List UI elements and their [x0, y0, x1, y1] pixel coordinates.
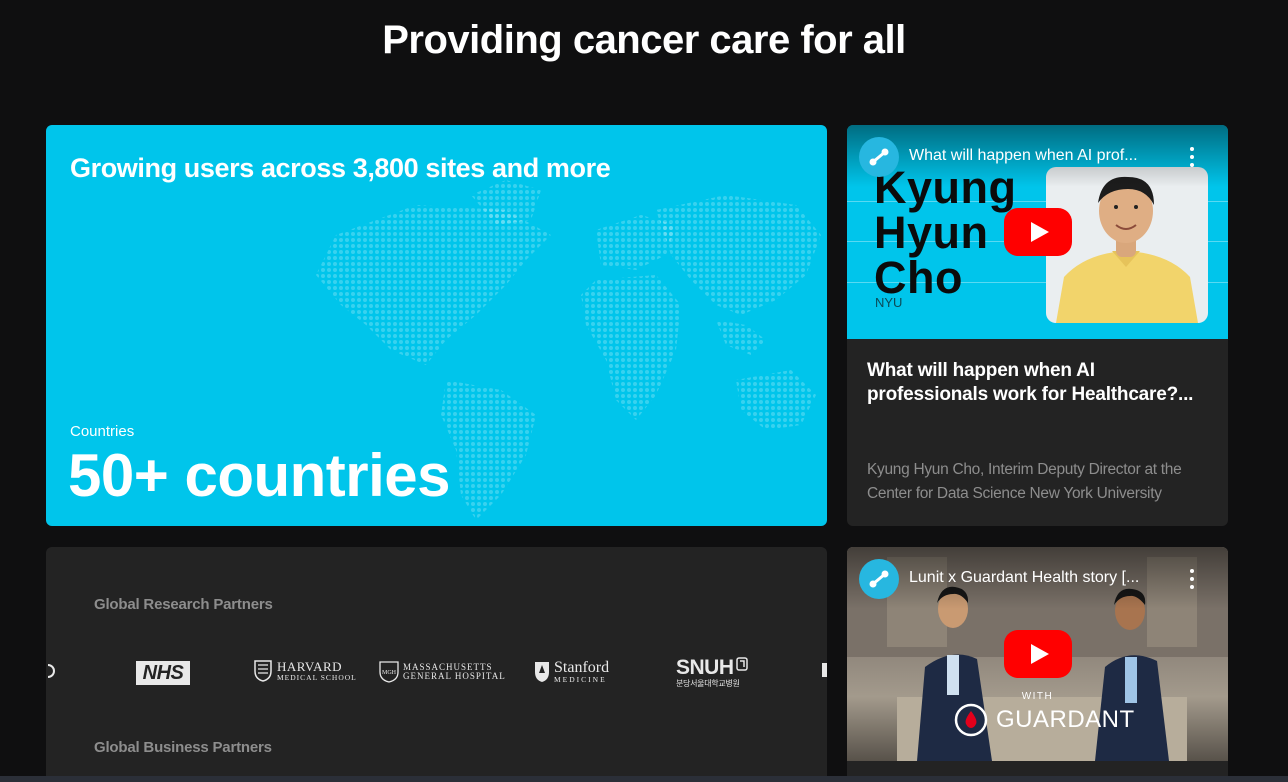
bottom-bar	[0, 776, 1288, 782]
stanford-logo-subtext: MEDICINE	[554, 675, 607, 684]
stats-card: Growing users across 3,800 sites and mor…	[46, 125, 827, 526]
video-title[interactable]: What will happen when AI professionals w…	[867, 359, 1212, 407]
stats-heading: Growing users across 3,800 sites and mor…	[70, 153, 611, 183]
snuh-logo-text: SNUH	[676, 656, 734, 679]
partner-logo-cropped	[46, 659, 58, 689]
video-card-cho[interactable]: Kyung Hyun Cho NYU What will happen when…	[847, 125, 1228, 526]
stanford-logo: Stanford MEDICINE	[534, 660, 609, 684]
play-button[interactable]	[1004, 208, 1072, 256]
harvard-logo-text: HARVARD	[277, 659, 343, 674]
guardant-brand-text: GUARDANT	[996, 706, 1135, 733]
research-partners-heading: Global Research Partners	[94, 596, 273, 613]
harvard-logo-subtext: MEDICAL SCHOOL	[277, 673, 357, 682]
more-options-icon[interactable]	[1184, 569, 1200, 589]
video-description: Kyung Hyun Cho, Interim Deputy Director …	[867, 461, 1182, 502]
lunit-icon[interactable]	[859, 137, 899, 177]
video-thumbnail-cho[interactable]: Kyung Hyun Cho NYU What will happen when…	[847, 125, 1228, 339]
snuh-emblem-icon	[735, 657, 748, 671]
mgh-logo-subtext: GENERAL HOSPITAL	[403, 671, 506, 681]
stanford-shield-icon	[535, 662, 549, 682]
harvard-shield-icon	[254, 660, 272, 682]
play-button[interactable]	[1004, 630, 1072, 678]
guardant-drop-icon	[954, 703, 988, 737]
video-card-guardant[interactable]: Lunit x Guardant Health story [... WITH …	[847, 547, 1228, 782]
mgh-shield-icon: MGH	[379, 661, 399, 683]
lunit-icon[interactable]	[859, 559, 899, 599]
more-options-icon[interactable]	[1184, 147, 1200, 167]
partners-card: Global Research Partners NHS HARVARD MED…	[46, 547, 827, 782]
svg-text:MGH: MGH	[382, 670, 397, 676]
guardant-with-text: WITH	[1021, 691, 1054, 702]
stats-label: Countries	[70, 423, 135, 440]
page-title: Providing cancer care for all	[382, 18, 906, 62]
business-partners-heading: Global Business Partners	[94, 739, 272, 756]
guardant-logo: GUARDANT	[954, 703, 1135, 737]
video-thumbnail-guardant[interactable]: Lunit x Guardant Health story [... WITH …	[847, 547, 1228, 761]
mgh-logo: MGH MASSACHUSETTS GENERAL HOSPITAL	[379, 661, 506, 683]
harvard-logo: HARVARD MEDICAL SCHOOL	[254, 660, 357, 682]
nhs-logo: NHS	[136, 661, 190, 685]
thumbnail-speaker-org: NYU	[875, 295, 903, 310]
stanford-logo-text: Stanford	[554, 659, 610, 676]
partner-logo-cropped	[822, 663, 827, 677]
name-line: Cho	[874, 252, 963, 303]
youtube-video-title[interactable]: What will happen when AI prof...	[909, 147, 1179, 165]
snuh-logo-subtext: 분당서울대학교병원	[676, 679, 740, 688]
name-line: Hyun	[874, 207, 989, 258]
stats-value: 50+ countries	[68, 442, 451, 509]
snuh-logo: SNUH 분당서울대학교병원	[676, 657, 748, 689]
youtube-video-title[interactable]: Lunit x Guardant Health story [...	[909, 569, 1179, 587]
